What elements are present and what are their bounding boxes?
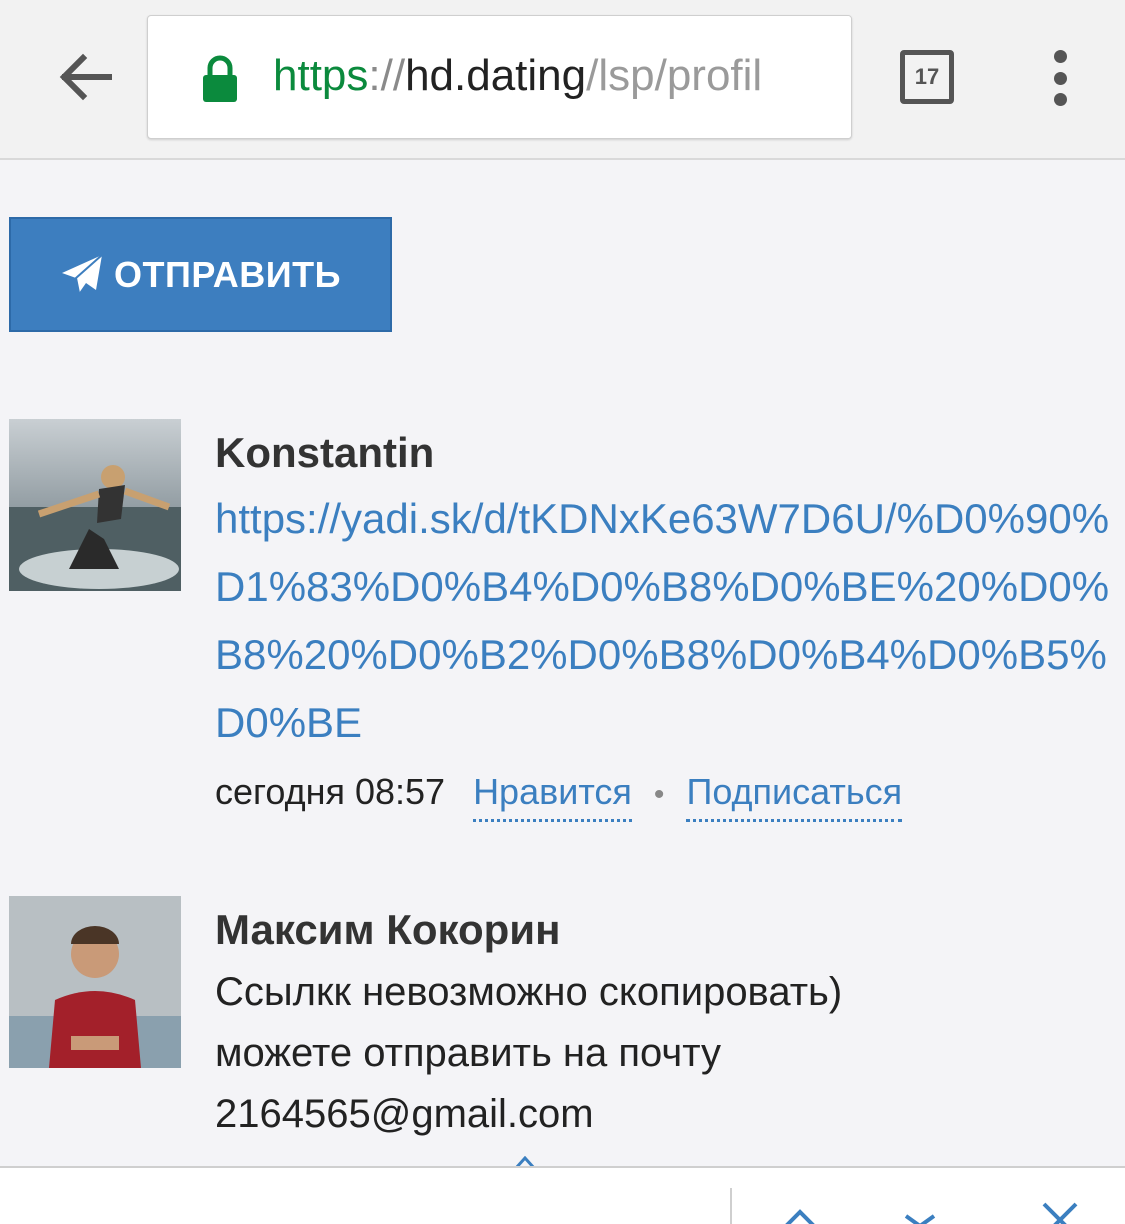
comment-text-line: можете отправить на почту xyxy=(215,1031,721,1075)
comment-item: Максим Кокорин Ссылкк невозможно скопиро… xyxy=(9,896,1119,1156)
chevron-down-icon[interactable] xyxy=(900,1198,940,1224)
chevron-up-icon[interactable] xyxy=(780,1198,820,1224)
menu-dot xyxy=(1053,71,1067,85)
avatar-photo xyxy=(9,896,181,1068)
comment-author[interactable]: Konstantin xyxy=(215,427,1120,479)
url-host: hd.dating xyxy=(405,51,587,100)
comment-meta: сегодня 08:57 Нравится • Подписаться xyxy=(215,771,1120,822)
url-path: /lsp/profil xyxy=(586,51,763,100)
url-fade xyxy=(791,16,851,138)
tab-switcher-button[interactable]: 17 xyxy=(900,50,954,104)
browser-toolbar: https://hd.dating/lsp/profil 17 xyxy=(0,0,1125,160)
comment-author[interactable]: Максим Кокорин xyxy=(215,904,1120,956)
send-button-label: ОТПРАВИТЬ xyxy=(114,253,341,295)
avatar[interactable] xyxy=(9,896,181,1068)
paper-plane-icon xyxy=(62,253,103,293)
comment-body: Konstantin https://yadi.sk/d/tKDNxKe63W7… xyxy=(215,419,1120,822)
send-button[interactable]: ОТПРАВИТЬ xyxy=(9,217,392,332)
lock-icon xyxy=(203,55,237,102)
comment-link[interactable]: https://yadi.sk/d/tKDNxKe63W7D6U/%D0%90%… xyxy=(215,485,1120,757)
find-bar xyxy=(0,1166,1125,1224)
divider xyxy=(730,1188,732,1224)
back-button[interactable] xyxy=(50,42,120,112)
comment-body: Максим Кокорин Ссылкк невозможно скопиро… xyxy=(215,896,1120,1145)
more-vert-icon[interactable] xyxy=(1040,50,1080,106)
menu-dot xyxy=(1053,50,1067,63)
comment-item: Konstantin https://yadi.sk/d/tKDNxKe63W7… xyxy=(9,419,1119,839)
like-link[interactable]: Нравится xyxy=(473,771,632,822)
tab-count: 17 xyxy=(914,64,940,89)
comment-text-line: Ссылкк невозможно скопировать) xyxy=(215,970,843,1014)
comment-text-line[interactable]: 2164565@gmail.com xyxy=(215,1084,1120,1145)
avatar-photo xyxy=(9,419,181,591)
menu-dot xyxy=(1053,93,1067,106)
url-text[interactable]: https://hd.dating/lsp/profil xyxy=(273,46,843,106)
comment-text: Ссылкк невозможно скопировать) можете от… xyxy=(215,962,1120,1145)
comment-time: сегодня 08:57 xyxy=(215,771,446,812)
url-separator: :// xyxy=(368,51,406,100)
arrow-left-icon xyxy=(59,53,112,101)
close-icon[interactable] xyxy=(1038,1198,1082,1224)
address-bar[interactable]: https://hd.dating/lsp/profil xyxy=(147,15,852,139)
avatar[interactable] xyxy=(9,419,181,591)
url-scheme: https xyxy=(273,51,369,100)
meta-separator: • xyxy=(653,778,665,811)
subscribe-link[interactable]: Подписаться xyxy=(686,771,903,822)
